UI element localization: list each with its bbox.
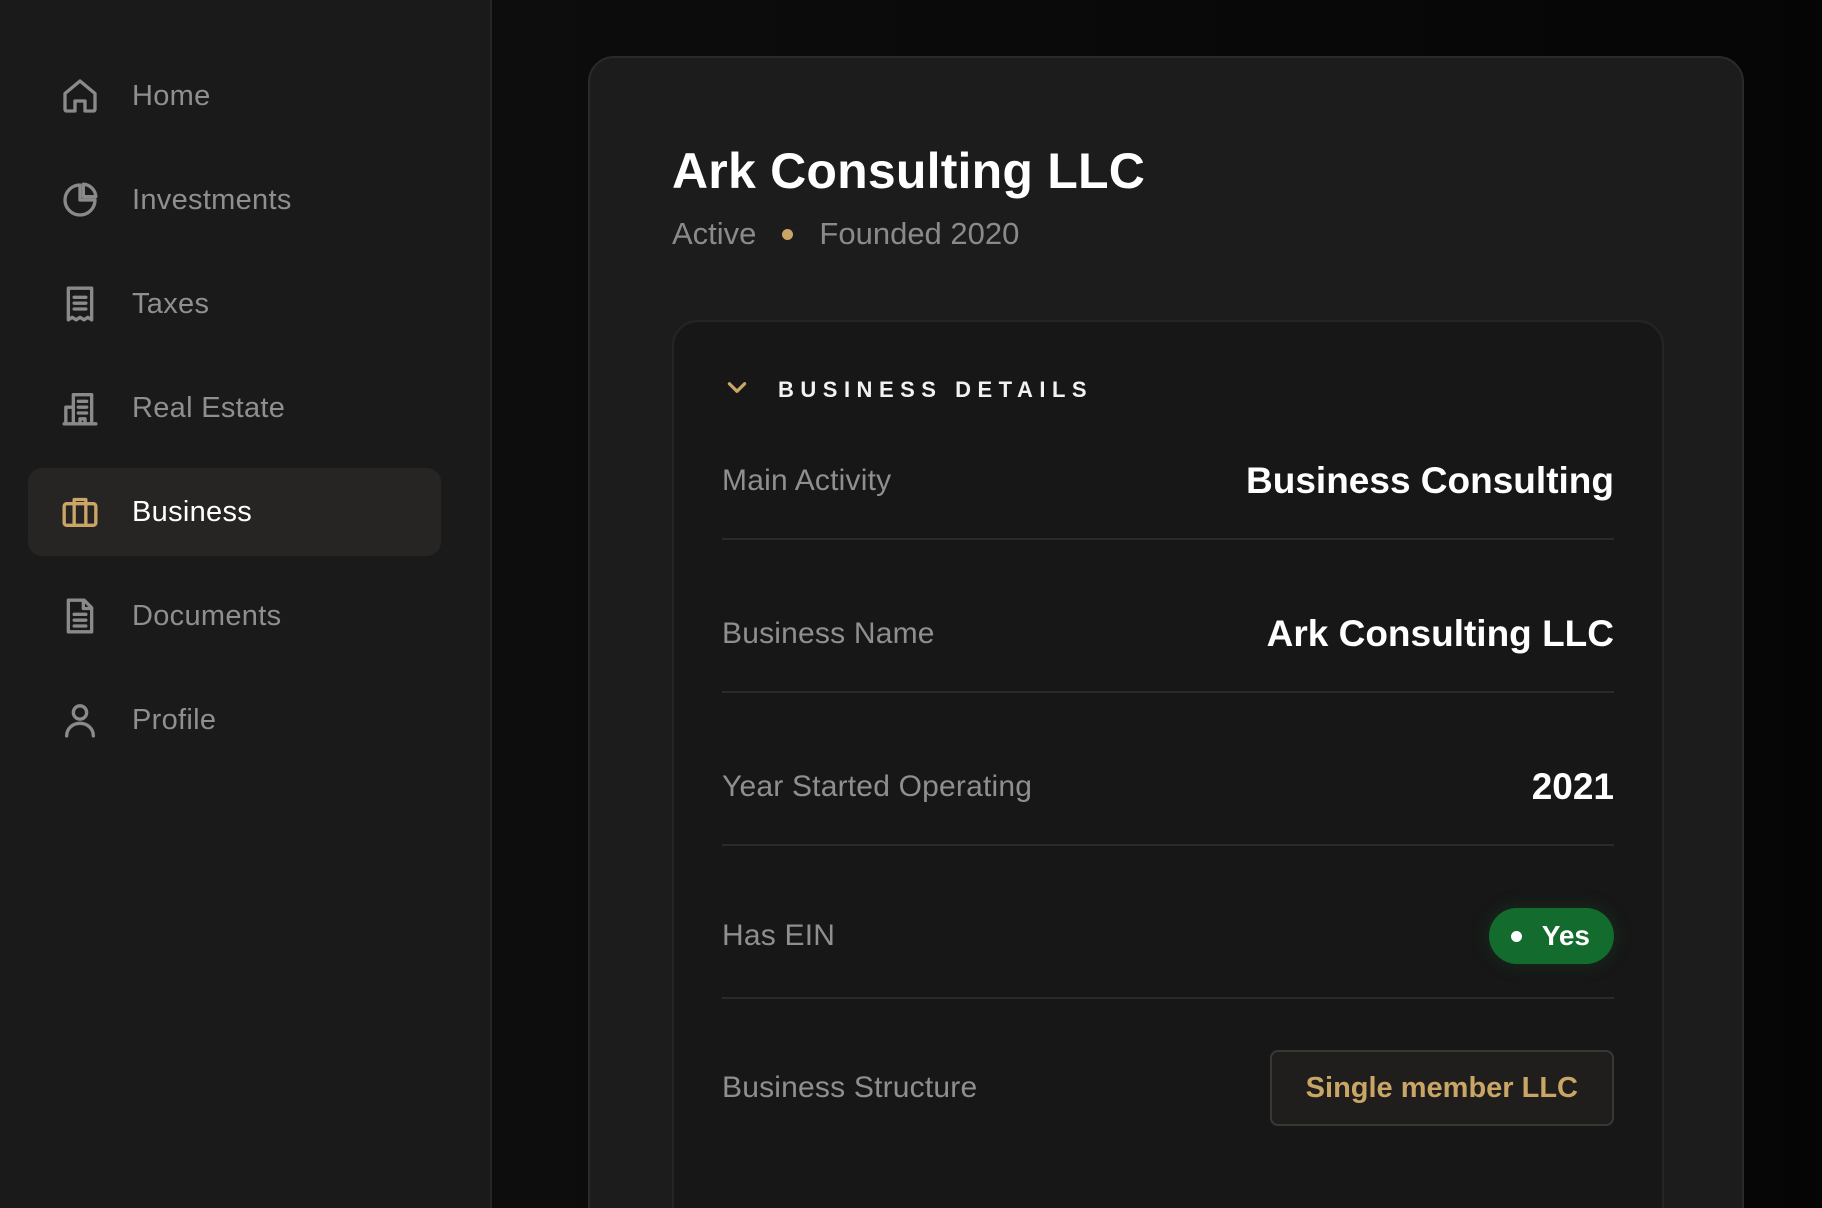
briefcase-icon	[59, 491, 101, 533]
sidebar-item-label: Real Estate	[132, 391, 286, 424]
receipt-icon	[59, 283, 101, 325]
detail-row-main-activity: Main Activity Business Consulting	[722, 460, 1614, 502]
building-icon	[59, 387, 101, 429]
sidebar-item-label: Profile	[132, 703, 217, 736]
detail-label: Year Started Operating	[722, 770, 1033, 803]
status-badge: Yes	[1488, 908, 1614, 964]
section-title: BUSINESS DETAILS	[778, 376, 1094, 402]
sidebar-item-profile[interactable]: Profile	[28, 676, 441, 764]
detail-row-has-ein: Has EIN Yes	[722, 908, 1614, 964]
sidebar-item-label: Home	[132, 79, 211, 112]
detail-value: 2021	[1531, 766, 1614, 807]
detail-label: Business Structure	[722, 1071, 978, 1104]
business-details-toggle[interactable]: BUSINESS DETAILS	[724, 374, 1093, 405]
main-content: Ark Consulting LLC Active Founded 2020 B…	[492, 0, 1822, 1208]
sidebar-item-taxes[interactable]: Taxes	[28, 260, 441, 348]
sidebar-item-business[interactable]: Business	[28, 468, 441, 556]
detail-label: Main Activity	[722, 464, 892, 497]
status-text: Active	[672, 216, 757, 251]
separator-dot	[782, 228, 794, 240]
sidebar-item-investments[interactable]: Investments	[28, 156, 441, 244]
sidebar-item-home[interactable]: Home	[28, 52, 441, 140]
sidebar-item-label: Taxes	[132, 287, 210, 320]
sidebar-item-label: Investments	[132, 183, 292, 216]
user-icon	[59, 699, 101, 741]
sidebar-item-documents[interactable]: Documents	[28, 572, 441, 660]
detail-label: Has EIN	[722, 919, 836, 952]
structure-tag: Single member LLC	[1269, 1050, 1614, 1126]
document-icon	[59, 595, 101, 637]
detail-row-year-started: Year Started Operating 2021	[722, 766, 1614, 808]
home-icon	[59, 75, 101, 117]
sidebar-item-label: Business	[132, 495, 253, 528]
detail-value: Ark Consulting LLC	[1266, 613, 1614, 654]
divider	[722, 691, 1614, 693]
sidebar-item-real-estate[interactable]: Real Estate	[28, 364, 441, 452]
detail-label: Business Name	[722, 617, 935, 650]
founded-text: Founded 2020	[819, 216, 1020, 251]
pie-chart-icon	[59, 179, 101, 221]
chevron-down-icon	[724, 374, 750, 405]
detail-row-business-name: Business Name Ark Consulting LLC	[722, 613, 1614, 655]
sidebar: Home Investments Taxes Real Estate Busin…	[0, 0, 492, 1208]
badge-label: Yes	[1541, 920, 1590, 951]
divider	[722, 844, 1614, 846]
business-details-panel: BUSINESS DETAILS Main Activity Business …	[672, 320, 1664, 1208]
page-title: Ark Consulting LLC	[672, 143, 1146, 199]
detail-value: Business Consulting	[1246, 460, 1614, 501]
divider	[722, 538, 1614, 540]
divider	[722, 997, 1614, 999]
business-card: Ark Consulting LLC Active Founded 2020 B…	[588, 56, 1744, 1208]
app-root: Home Investments Taxes Real Estate Busin…	[0, 0, 1822, 1208]
detail-row-business-structure: Business Structure Single member LLC	[722, 1050, 1614, 1126]
badge-dot	[1510, 930, 1522, 942]
business-meta: Active Founded 2020	[672, 216, 1019, 252]
sidebar-item-label: Documents	[132, 599, 282, 632]
